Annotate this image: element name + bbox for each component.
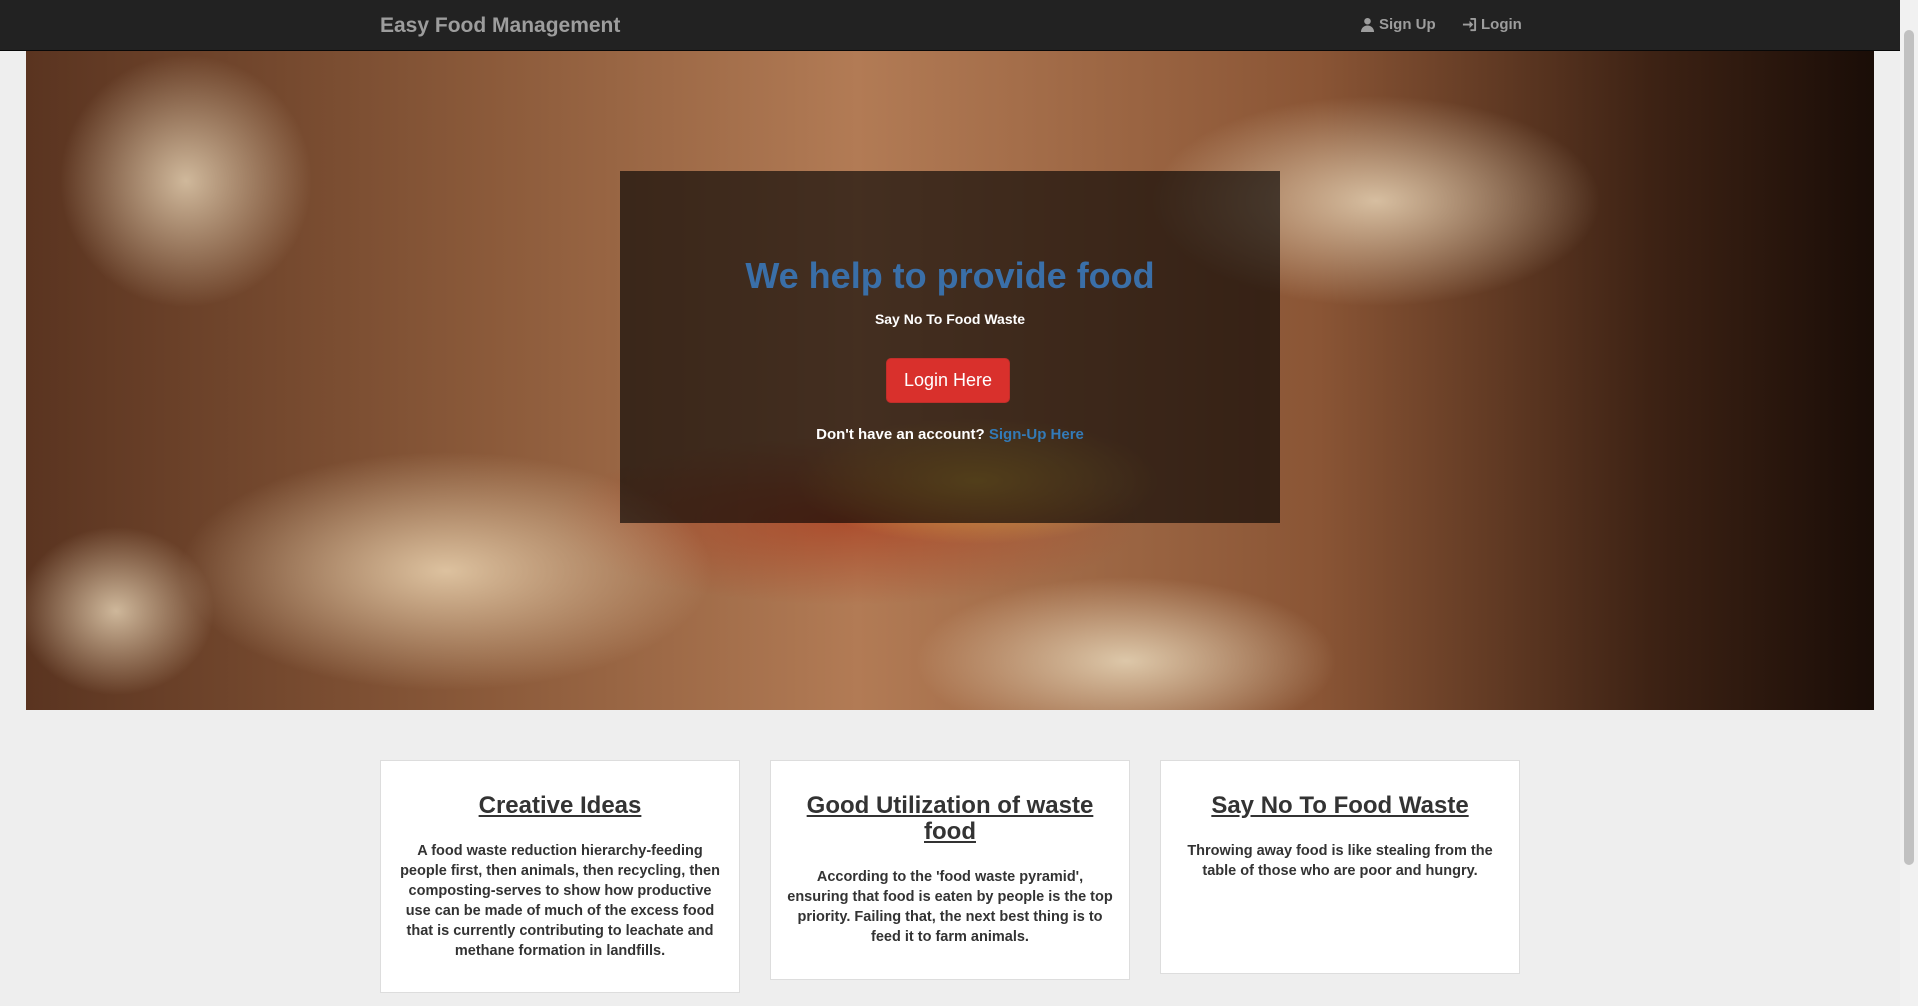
page-scrollbar[interactable] — [1900, 0, 1918, 1006]
no-account-text: Don't have an account? — [816, 426, 985, 443]
nav-login-link[interactable]: Login — [1462, 16, 1522, 33]
card-title: Creative Ideas — [478, 792, 642, 819]
card-title: Say No To Food Waste — [1211, 792, 1469, 819]
brand-link[interactable]: Easy Food Management — [380, 14, 620, 38]
top-navbar: Easy Food Management Sign Up Login — [0, 0, 1900, 51]
card-title: Good Utilization of waste food — [806, 792, 1094, 845]
card-text: Throwing away food is like stealing from… — [1187, 843, 1493, 879]
card-text: According to the 'food waste pyramid', e… — [787, 869, 1113, 945]
hero-banner: We help to provide food Say No To Food W… — [26, 51, 1874, 710]
nav-signup-link[interactable]: Sign Up — [1360, 16, 1436, 33]
card-text: A food waste reduction hierarchy-feeding… — [400, 843, 720, 959]
feature-card-good-utilization: Good Utilization of waste food According… — [770, 760, 1130, 980]
signup-here-link[interactable]: Sign-Up Here — [989, 426, 1084, 443]
login-icon — [1462, 17, 1477, 32]
hero-overlay-box: We help to provide food Say No To Food W… — [620, 171, 1280, 523]
scrollbar-thumb[interactable] — [1904, 30, 1914, 865]
nav-signup-label: Sign Up — [1379, 16, 1436, 33]
hero-subtitle: Say No To Food Waste — [874, 311, 1026, 327]
feature-card-creative-ideas: Creative Ideas A food waste reduction hi… — [380, 760, 740, 993]
nav-login-label: Login — [1481, 16, 1522, 33]
signup-prompt: Don't have an account? Sign-Up Here — [620, 426, 1280, 443]
login-here-button[interactable]: Login Here — [886, 358, 1010, 403]
hero-title: We help to provide food — [745, 255, 1155, 296]
feature-card-say-no: Say No To Food Waste Throwing away food … — [1160, 760, 1520, 974]
user-icon — [1360, 17, 1375, 32]
